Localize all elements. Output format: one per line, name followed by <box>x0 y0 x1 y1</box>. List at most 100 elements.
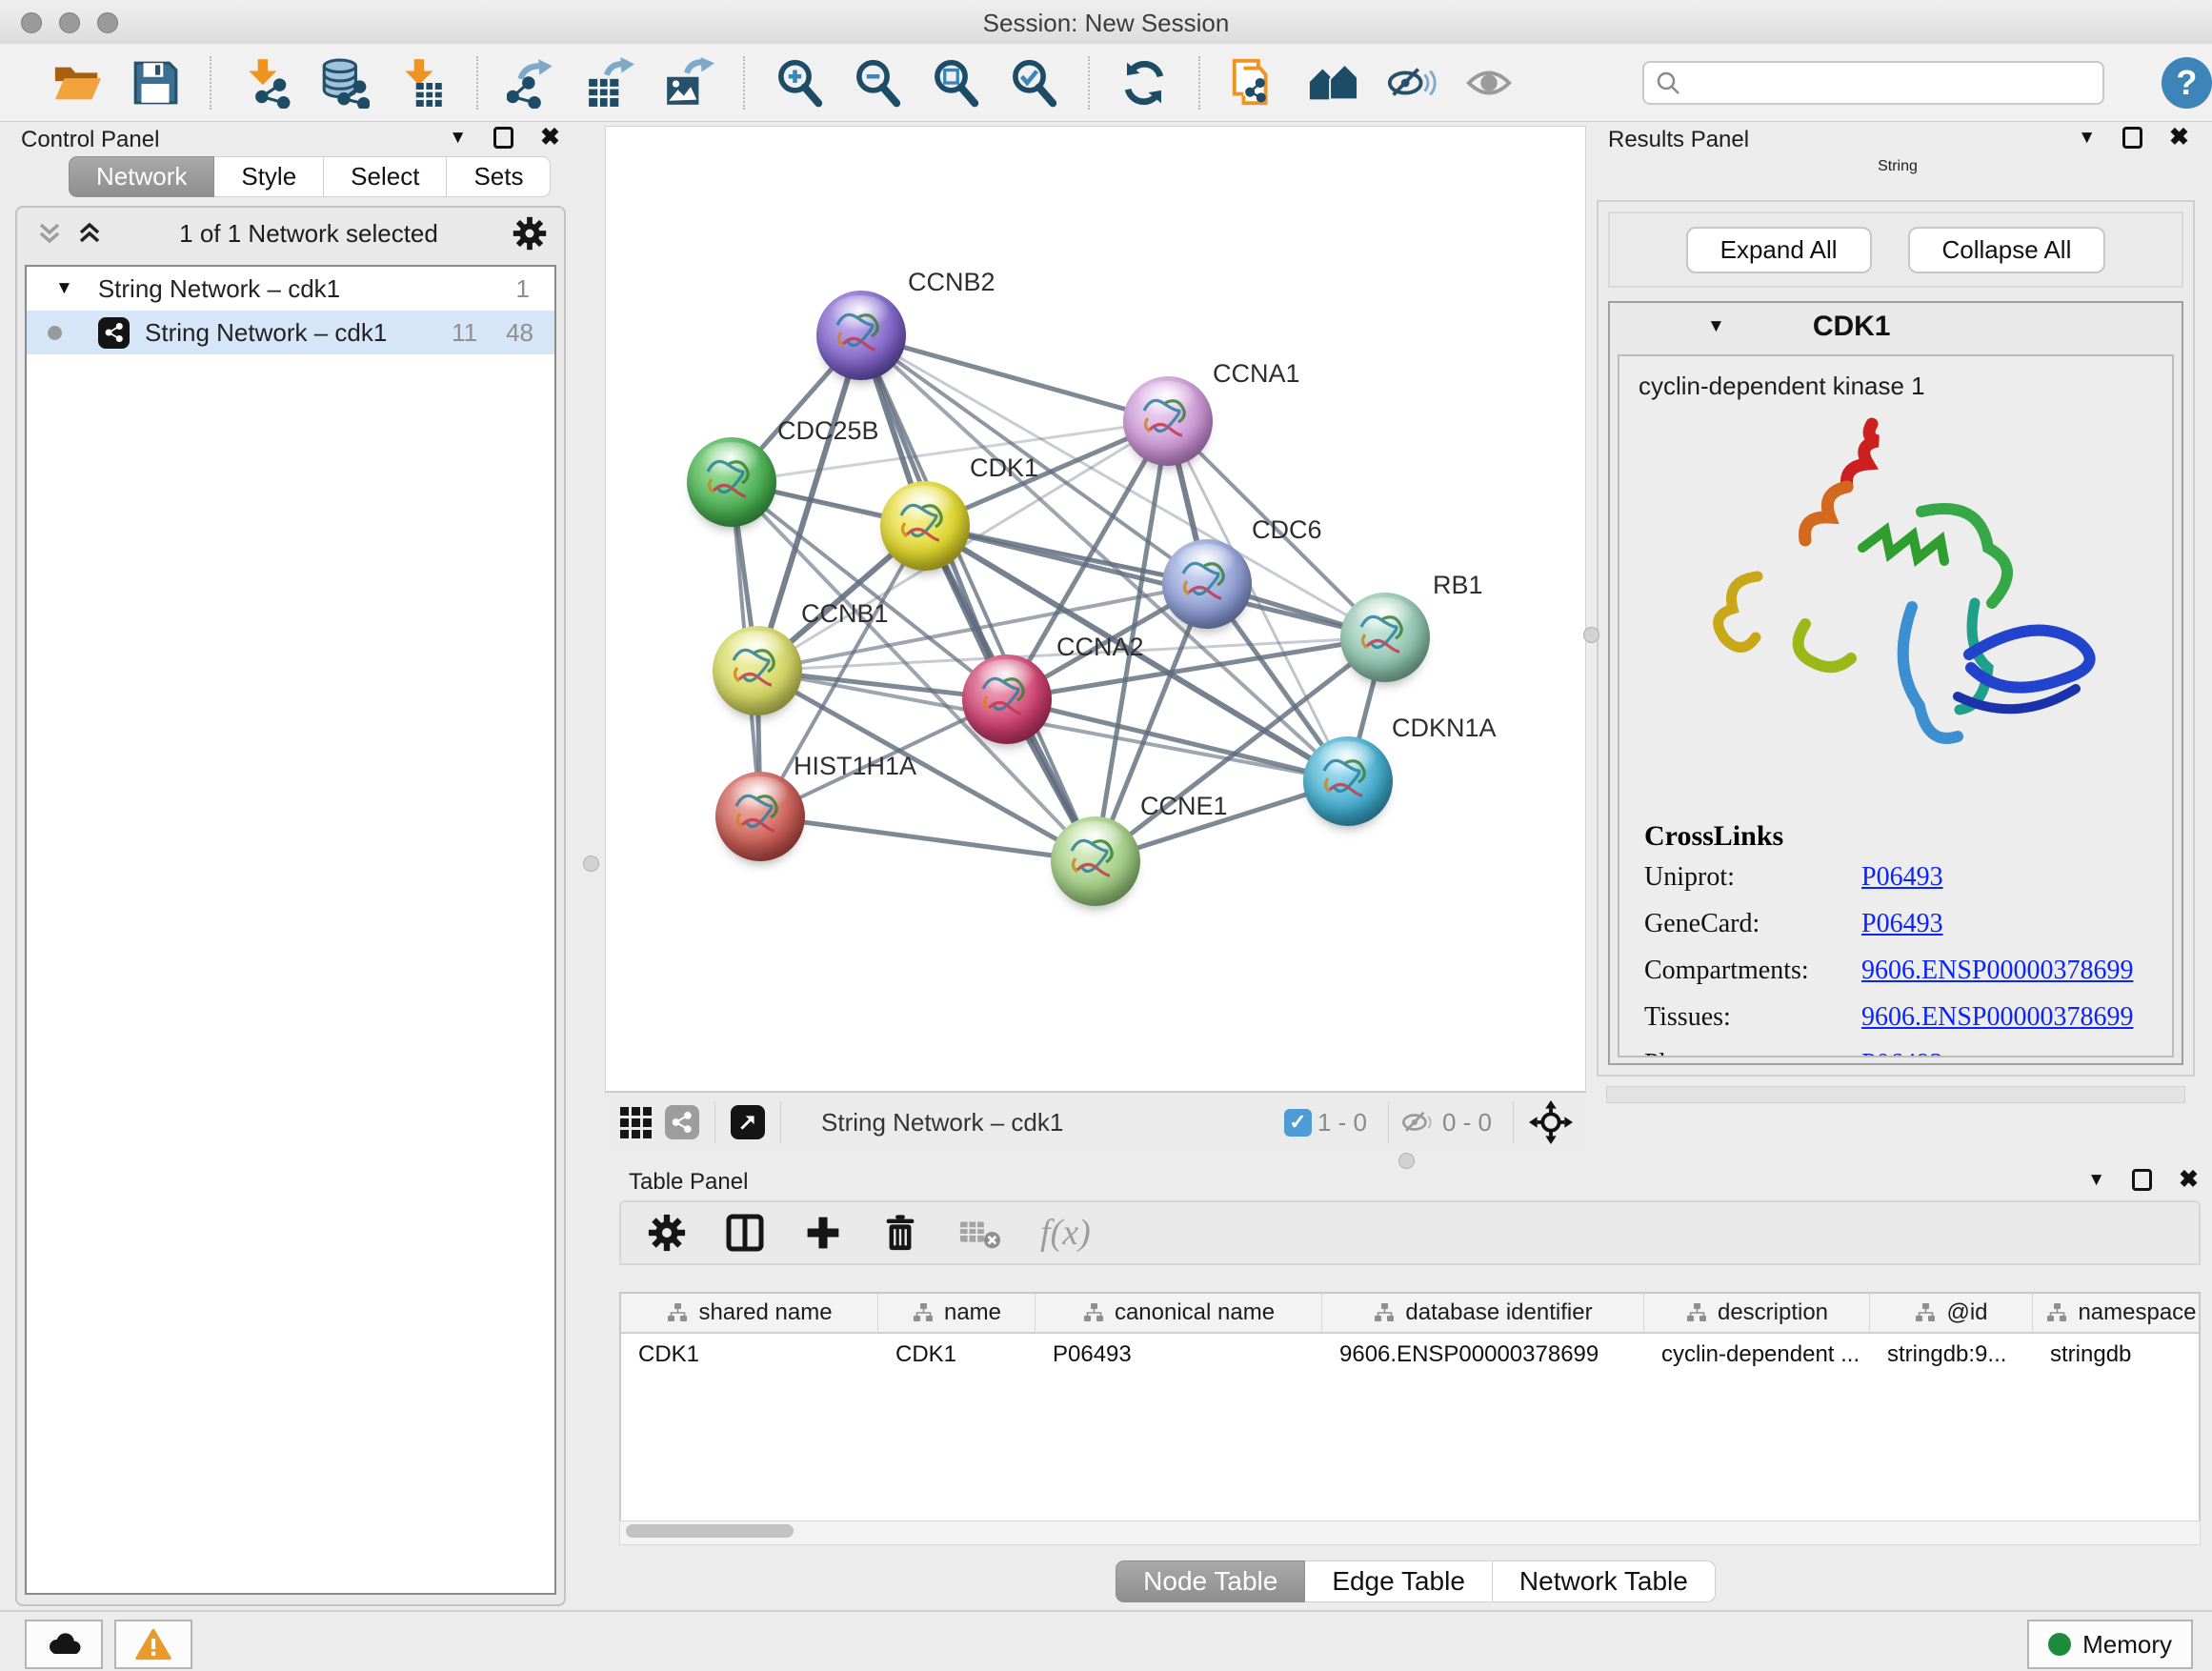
results-panel-close-icon[interactable]: ✖ <box>2169 126 2189 150</box>
tab-edge-table[interactable]: Edge Table <box>1305 1560 1493 1602</box>
expand-all-icon[interactable] <box>74 219 105 248</box>
collapse-all-icon[interactable] <box>34 219 65 248</box>
left-splitter-handle[interactable] <box>583 856 599 872</box>
table-cell[interactable]: stringdb:9... <box>1870 1334 2033 1376</box>
scrollbar-thumb[interactable] <box>626 1524 794 1538</box>
column-header-name[interactable]: name <box>878 1294 1036 1334</box>
export-table-icon[interactable] <box>585 57 636 109</box>
table-cell[interactable]: stringdb <box>2033 1334 2201 1376</box>
network-node-rb1[interactable] <box>1340 593 1430 682</box>
crosslink-link[interactable]: P06493 <box>1861 1049 1943 1057</box>
table-cell[interactable]: cyclin-dependent ... <box>1644 1334 1870 1376</box>
zoom-fit-icon[interactable] <box>930 57 981 109</box>
network-edge[interactable] <box>760 816 1096 861</box>
gene-section-header[interactable]: ▼ CDK1 <box>1610 303 2182 351</box>
refresh-icon[interactable] <box>1118 57 1170 109</box>
crosslink-link[interactable]: P06493 <box>1861 909 1943 939</box>
bottom-splitter-handle[interactable] <box>1398 1153 1415 1169</box>
network-node-cdc25b[interactable] <box>687 437 776 527</box>
open-session-icon[interactable] <box>51 57 103 109</box>
memory-button[interactable]: Memory <box>2027 1620 2193 1669</box>
tab-style[interactable]: Style <box>214 156 324 197</box>
zoom-out-icon[interactable] <box>852 57 903 109</box>
table-horizontal-scrollbar[interactable] <box>619 1520 2201 1545</box>
crosslink-link[interactable]: 9606.ENSP00000378699 <box>1861 1002 2133 1033</box>
table-panel-close-icon[interactable]: ✖ <box>2179 1168 2199 1192</box>
hide-nodes-eye-icon[interactable] <box>1385 57 1437 109</box>
export-image-icon[interactable] <box>663 57 714 109</box>
search-box[interactable] <box>1642 61 2104 105</box>
collection-collapse-icon[interactable]: ▼ <box>55 278 73 299</box>
table-row[interactable]: CDK1CDK1P064939606.ENSP00000378699cyclin… <box>621 1334 2199 1376</box>
zoom-selected-icon[interactable] <box>1008 57 1059 109</box>
column-header-shared-name[interactable]: shared name <box>621 1294 878 1334</box>
table-panel-float-icon[interactable]: ▼ <box>2087 1170 2105 1191</box>
control-panel-float-icon[interactable]: ▼ <box>449 128 467 149</box>
delete-table-icon[interactable] <box>958 1214 1002 1252</box>
network-node-ccna1[interactable] <box>1123 376 1213 466</box>
detach-view-icon[interactable] <box>731 1105 765 1139</box>
import-network-database-icon[interactable] <box>318 57 370 109</box>
network-node-cdkn1a[interactable] <box>1303 736 1393 826</box>
results-panel-maximize-icon[interactable] <box>2122 127 2142 149</box>
tab-network[interactable]: Network <box>69 156 214 197</box>
network-node-ccne1[interactable] <box>1051 816 1140 906</box>
network-node-ccnb2[interactable] <box>816 291 906 380</box>
show-eye-icon[interactable] <box>1463 57 1515 109</box>
network-options-gear-icon[interactable] <box>513 216 547 251</box>
control-panel-maximize-icon[interactable] <box>493 127 513 149</box>
column-header-namespace[interactable]: namespace <box>2033 1294 2201 1334</box>
zoom-in-icon[interactable] <box>774 57 825 109</box>
add-column-icon[interactable] <box>804 1214 842 1252</box>
warnings-button[interactable] <box>114 1620 192 1669</box>
selected-checkbox-icon[interactable]: ✓ <box>1284 1109 1312 1137</box>
gene-collapse-icon[interactable]: ▼ <box>1707 316 1725 337</box>
network-node-cdc6[interactable] <box>1162 539 1252 629</box>
control-panel-close-icon[interactable]: ✖ <box>540 126 560 150</box>
tab-network-table[interactable]: Network Table <box>1493 1560 1716 1602</box>
column-header-canonical-name[interactable]: canonical name <box>1036 1294 1322 1334</box>
search-input[interactable] <box>1690 69 2091 97</box>
help-button[interactable]: ? <box>2162 57 2212 109</box>
table-options-gear-icon[interactable] <box>648 1214 686 1252</box>
network-collection-row[interactable]: ▼ String Network – cdk1 1 <box>27 267 554 311</box>
tab-select[interactable]: Select <box>324 156 447 197</box>
import-network-file-icon[interactable] <box>240 57 292 109</box>
import-table-icon[interactable] <box>396 57 448 109</box>
table-cell[interactable]: P06493 <box>1036 1334 1322 1376</box>
table-panel-maximize-icon[interactable] <box>2132 1169 2152 1191</box>
grid-view-icon[interactable] <box>620 1107 652 1138</box>
expand-all-button[interactable]: Expand All <box>1686 227 1872 273</box>
table-cell[interactable]: CDK1 <box>878 1334 1036 1376</box>
first-neighbors-icon[interactable] <box>1229 57 1280 109</box>
network-node-ccnb1[interactable] <box>713 626 802 715</box>
collapse-all-button[interactable]: Collapse All <box>1908 227 2106 273</box>
network-edge[interactable] <box>861 335 1096 861</box>
right-splitter-handle[interactable] <box>1583 627 1599 643</box>
delete-column-icon[interactable] <box>880 1213 920 1253</box>
hidden-eye-slash-icon[interactable] <box>1400 1108 1437 1137</box>
show-columns-icon[interactable] <box>724 1212 766 1254</box>
function-builder-icon[interactable]: f(x) <box>1040 1212 1091 1254</box>
node-table[interactable]: shared namenamecanonical namedatabase id… <box>619 1292 2201 1524</box>
network-badge-icon[interactable] <box>665 1105 699 1139</box>
column-header-description[interactable]: description <box>1644 1294 1870 1334</box>
cloud-status-button[interactable] <box>25 1620 103 1669</box>
table-cell[interactable]: 9606.ENSP00000378699 <box>1322 1334 1644 1376</box>
crosslink-link[interactable]: P06493 <box>1861 862 1943 893</box>
network-canvas[interactable]: CCNB2CCNA1CDC25BCDK1CDC6RB1CCNB1CCNA2CDK… <box>605 126 1586 1092</box>
export-network-icon[interactable] <box>507 57 558 109</box>
results-scrollbar[interactable] <box>1606 1086 2185 1103</box>
network-row[interactable]: String Network – cdk1 11 48 <box>27 311 554 354</box>
tab-string[interactable]: String <box>1878 158 1918 175</box>
tab-sets[interactable]: Sets <box>447 156 551 197</box>
fit-content-crosshair-icon[interactable] <box>1529 1100 1573 1144</box>
results-panel-float-icon[interactable]: ▼ <box>2078 128 2096 149</box>
network-node-hist1h1a[interactable] <box>715 772 805 861</box>
tab-node-table[interactable]: Node Table <box>1116 1560 1305 1602</box>
network-node-cdk1[interactable] <box>880 481 970 571</box>
save-session-icon[interactable] <box>130 57 181 109</box>
column-header-database-identifier[interactable]: database identifier <box>1322 1294 1644 1334</box>
table-cell[interactable]: CDK1 <box>621 1334 878 1376</box>
houses-icon[interactable] <box>1307 57 1358 109</box>
